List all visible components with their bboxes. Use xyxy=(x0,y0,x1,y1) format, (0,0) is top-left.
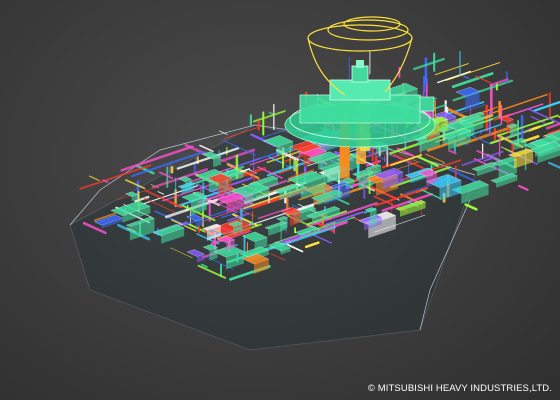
pipe-segment xyxy=(518,185,529,191)
pipe-segment xyxy=(528,125,541,132)
pipe-segment xyxy=(434,63,469,76)
pipe-segment xyxy=(463,75,470,80)
pipe-segment xyxy=(413,57,445,71)
pipe-segment xyxy=(464,203,478,211)
plant-piping-model-render xyxy=(69,16,560,351)
copyright-watermark: © MITSUBISHI HEAVY INDUSTRIES,LTD. xyxy=(367,383,552,394)
equipment-block-face xyxy=(369,209,377,227)
plant-3d-model-image: © MITSUBISHI HEAVY INDUSTRIES,LTD. xyxy=(0,0,560,400)
pipe-segment xyxy=(548,161,560,169)
pipe-segment xyxy=(88,175,100,181)
pipe-segment xyxy=(125,179,146,190)
pipe-segment xyxy=(445,62,501,81)
reactor-top-structure xyxy=(284,60,436,148)
